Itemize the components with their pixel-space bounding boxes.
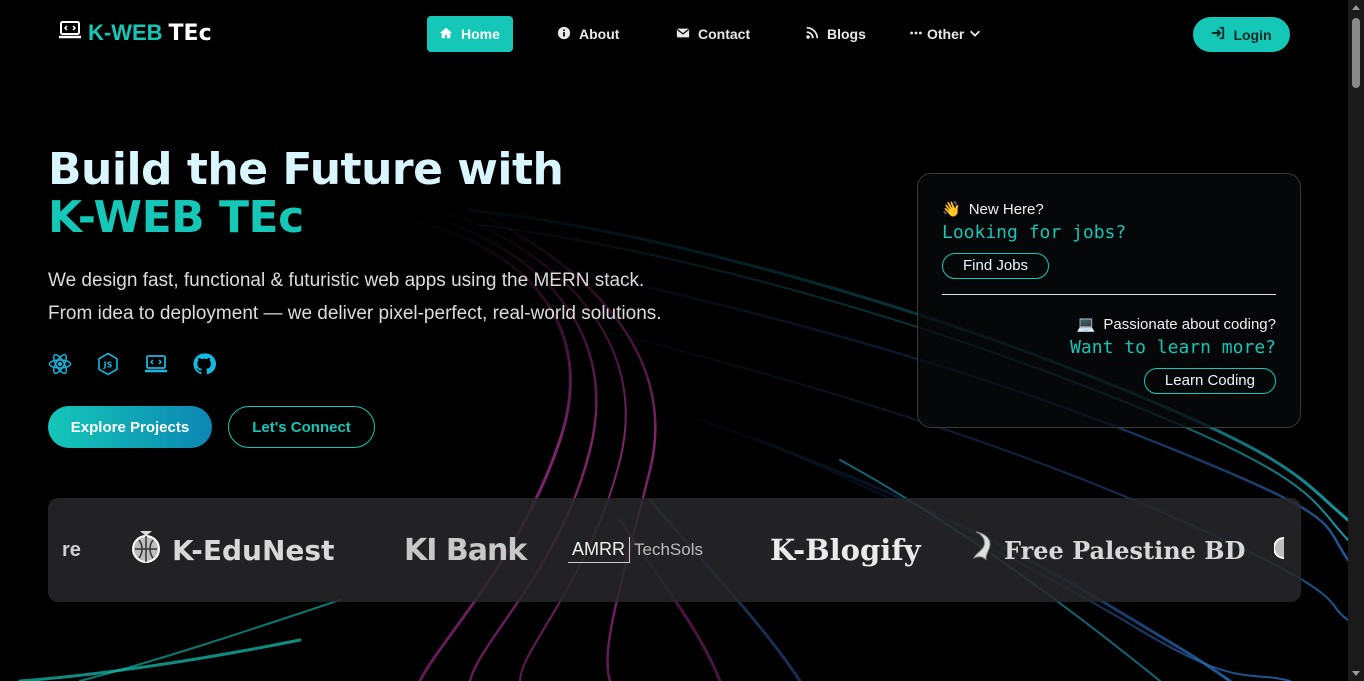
scroll-down-arrow-icon[interactable] [1352, 671, 1360, 676]
brand-logo[interactable]: K-WEB TEc [58, 20, 212, 46]
partner-logo-partial-right [1273, 498, 1295, 602]
nav-about[interactable]: About [545, 16, 631, 52]
waving-hand-emoji: 👋 [942, 201, 961, 218]
login-button[interactable]: Login [1193, 17, 1290, 52]
hero-description: We design fast, functional & futuristic … [48, 264, 662, 330]
partner-logo-k-blogify: K-Blogify [770, 498, 921, 602]
home-icon [439, 26, 453, 43]
tech-stack-icons: JS [48, 352, 662, 376]
learn-more-text: Want to learn more? [1070, 337, 1276, 358]
learn-section: 💻 Passionate about coding? Want to learn… [942, 315, 1276, 394]
partner-logo-amrr-techsols: AMRR TechSols [568, 498, 703, 602]
nav-other-dropdown[interactable]: Other [897, 16, 994, 52]
globe-icon [130, 527, 162, 574]
nav-contact[interactable]: Contact [664, 16, 762, 52]
hero-description-line1: We design fast, functional & futuristic … [48, 270, 645, 291]
navbar: K-WEB TEc Home About Contact Blogs Other… [0, 0, 1348, 68]
scroll-up-arrow-icon[interactable] [1352, 5, 1360, 10]
new-here-label: New Here? [968, 200, 1044, 218]
k-blogify-text: K-Blogify [770, 533, 921, 567]
ellipsis-icon [909, 26, 923, 43]
partner-logo-k-edunest: K-EduNest [130, 498, 334, 602]
react-icon [48, 352, 72, 376]
globe-icon [1273, 531, 1295, 570]
k-edunest-text: K-EduNest [172, 533, 335, 567]
nav-contact-label: Contact [698, 26, 751, 42]
bird-icon [970, 528, 994, 572]
nav-other-label: Other [927, 26, 965, 42]
learn-coding-button[interactable]: Learn Coding [1143, 368, 1276, 394]
laptop-code-icon [58, 20, 82, 46]
info-icon [557, 26, 571, 43]
techsols-text: TechSols [634, 540, 703, 559]
github-icon[interactable] [192, 352, 216, 376]
envelope-icon [676, 26, 690, 43]
cta-card: 👋 New Here? Looking for jobs? Find Jobs … [917, 173, 1301, 428]
login-label: Login [1233, 26, 1272, 43]
nav-home-label: Home [461, 26, 500, 42]
nodejs-icon: JS [96, 352, 120, 376]
amrr-text: AMRR [568, 537, 630, 563]
partner-logo-partial-text: re [62, 538, 81, 561]
rss-icon [805, 26, 819, 43]
laptop-code-icon [144, 352, 168, 376]
hero-section: Build the Future with K-WEB TEc We desig… [48, 146, 662, 448]
explore-projects-button[interactable]: Explore Projects [48, 406, 212, 448]
find-jobs-button[interactable]: Find Jobs [942, 253, 1050, 279]
card-divider [942, 294, 1276, 295]
hero-buttons: Explore Projects Let's Connect [48, 406, 662, 448]
partner-logo-partial: re [62, 498, 81, 602]
ki-bank-text: KI Bank [404, 532, 527, 568]
hero-description-line2: From idea to deployment — we deliver pix… [48, 303, 662, 324]
chevron-down-icon [968, 26, 982, 43]
brand-name-part1: K-WEB [88, 20, 163, 45]
new-here-text: 👋 New Here? [942, 200, 1276, 219]
nav-home[interactable]: Home [427, 16, 513, 52]
partner-logos-carousel: re K-EduNest KI Bank AMRR TechSols K-Blo… [48, 498, 1301, 602]
partner-logo-free-palestine-bd: Free Palestine BD [970, 498, 1245, 602]
passionate-label: Passionate about coding? [1103, 315, 1276, 333]
nav-blogs-label: Blogs [827, 26, 866, 42]
partner-logo-ki-bank: KI Bank [404, 498, 527, 602]
passionate-text: 💻 Passionate about coding? [942, 315, 1276, 334]
scrollbar-thumb[interactable] [1352, 18, 1360, 88]
hero-title: Build the Future with K-WEB TEc [48, 146, 662, 242]
nav-blogs[interactable]: Blogs [793, 16, 878, 52]
svg-text:JS: JS [103, 361, 113, 370]
laptop-emoji: 💻 [1076, 316, 1096, 333]
hero-title-line2: K-WEB TEc [48, 192, 304, 243]
brand-name-part2: TEc [168, 20, 212, 46]
hero-title-line1: Build the Future with [48, 144, 564, 195]
page-scrollbar[interactable] [1348, 0, 1364, 681]
nav-about-label: About [579, 26, 620, 42]
sign-in-icon [1211, 26, 1225, 43]
free-palestine-bd-text: Free Palestine BD [1004, 535, 1246, 565]
lets-connect-button[interactable]: Let's Connect [228, 406, 375, 448]
looking-for-jobs-text: Looking for jobs? [942, 222, 1127, 243]
